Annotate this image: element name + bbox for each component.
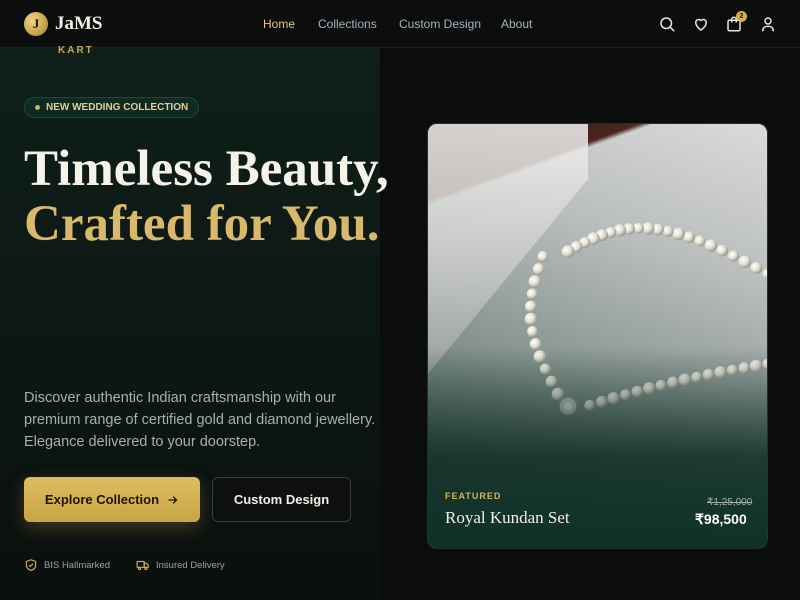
pearl (561, 245, 575, 258)
explore-collection-button[interactable]: Explore Collection (24, 477, 200, 522)
pearl (527, 326, 539, 337)
trust-item-hallmarked: BIS Hallmarked (24, 558, 110, 572)
nav-home[interactable]: Home (263, 17, 295, 31)
pearl (750, 262, 763, 274)
badge-label: NEW WEDDING COLLECTION (46, 102, 189, 113)
site-header: J JaMS Home Collections Custom Design Ab… (0, 0, 800, 48)
trust-label-hallmarked: BIS Hallmarked (44, 559, 110, 571)
pearl (662, 225, 674, 237)
pearl (728, 250, 739, 262)
product-price: ₹98,500 (695, 511, 747, 527)
nav-custom-design[interactable]: Custom Design (399, 17, 481, 31)
custom-design-button[interactable]: Custom Design (212, 477, 351, 522)
pearl (683, 231, 695, 243)
product-name[interactable]: Royal Kundan Set (445, 508, 570, 528)
pearl (704, 239, 718, 252)
logo-mark[interactable]: J (24, 12, 48, 36)
pearl (738, 255, 752, 269)
arrow-right-icon (168, 495, 178, 504)
heart-icon[interactable] (692, 15, 710, 33)
headline-line-1: Timeless Beauty, (24, 141, 389, 197)
search-icon[interactable] (658, 15, 676, 33)
pearl (524, 312, 538, 326)
truck-icon (136, 560, 149, 571)
pearl (672, 227, 685, 241)
product-old-price: ₹1,25,000 (707, 497, 753, 508)
pearl (716, 244, 728, 257)
explore-collection-label: Explore Collection (44, 492, 160, 507)
logo-name[interactable]: JaMS (55, 13, 103, 35)
pearl (537, 251, 549, 262)
collection-badge: NEW WEDDING COLLECTION (24, 97, 200, 118)
shield-check-icon (25, 559, 37, 571)
pearl (762, 268, 767, 280)
hero-description: Discover authentic Indian craftsmanship … (24, 390, 376, 450)
pearl (528, 275, 542, 288)
logo-subtitle: KART (58, 45, 94, 56)
featured-tag: FEATURED (445, 491, 502, 501)
pearl (694, 235, 706, 247)
hero-headline: Timeless Beauty, Crafted for You. (24, 142, 389, 252)
pearl (525, 300, 537, 313)
trust-label-delivery: Insured Delivery (156, 559, 225, 571)
badge-dot (35, 105, 40, 110)
user-icon[interactable] (759, 15, 777, 33)
cart-count-badge: 2 (736, 11, 747, 22)
pearl (526, 288, 538, 300)
nav-about[interactable]: About (501, 17, 532, 31)
pearl (532, 263, 545, 275)
headline-line-2: Crafted for You. (24, 196, 380, 252)
trust-item-delivery: Insured Delivery (136, 558, 225, 572)
custom-design-label: Custom Design (233, 492, 330, 507)
featured-product-card[interactable] (427, 123, 768, 549)
nav-collections[interactable]: Collections (318, 17, 377, 31)
